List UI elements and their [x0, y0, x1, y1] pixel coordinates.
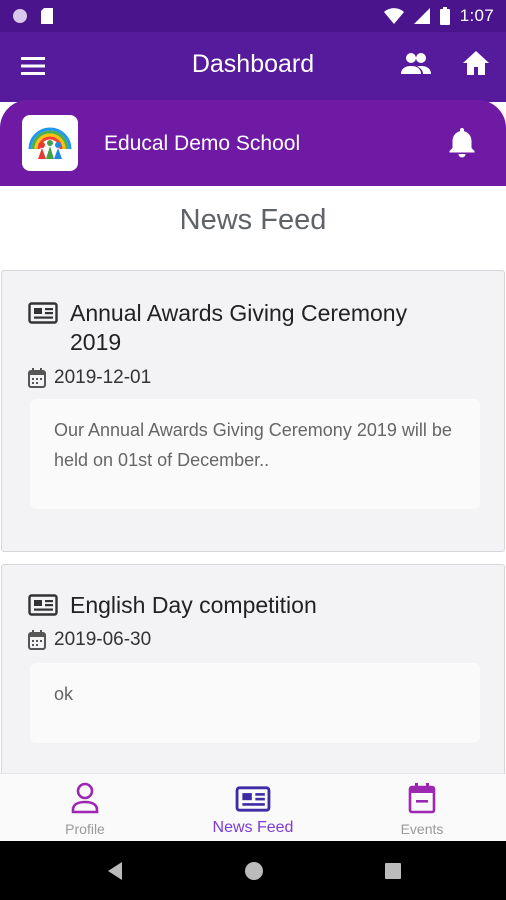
news-date: 2019-12-01	[54, 367, 152, 388]
news-card[interactable]: English Day competition 2019-06-30 ok	[1, 564, 505, 773]
newspaper-icon	[235, 786, 271, 812]
status-left-icons	[12, 7, 54, 25]
news-card[interactable]: Annual Awards Giving Ceremony 2019 2019-…	[1, 270, 505, 552]
home-icon	[463, 51, 489, 75]
school-name: Educal Demo School	[104, 132, 301, 155]
calendar-icon	[28, 368, 46, 388]
calendar-icon	[408, 783, 436, 814]
recents-icon[interactable]	[384, 862, 402, 880]
status-time: 1:07	[459, 6, 494, 25]
person-icon	[71, 782, 99, 814]
news-body: ok	[30, 663, 480, 743]
news-title: Annual Awards Giving Ceremony 2019	[70, 300, 408, 355]
home-button[interactable]	[462, 50, 494, 80]
news-title: English Day competition	[70, 592, 317, 618]
people-icon	[401, 53, 431, 74]
wifi-icon	[383, 8, 404, 24]
news-feed-list[interactable]: Annual Awards Giving Ceremony 2019 2019-…	[0, 268, 506, 773]
system-nav-bar	[0, 841, 506, 900]
notifications-button[interactable]	[448, 126, 482, 160]
calendar-icon	[28, 630, 46, 650]
school-header: Educal Demo School	[0, 100, 506, 186]
page-title: News Feed	[179, 204, 327, 236]
back-icon[interactable]	[106, 861, 124, 881]
status-right-icons: 1:07	[383, 6, 494, 26]
status-bar: 1:07	[0, 0, 506, 32]
nav-news-feed-label: News Feed	[212, 819, 294, 836]
school-logo	[22, 115, 78, 171]
news-date: 2019-06-30	[54, 629, 152, 650]
newspaper-icon	[28, 594, 58, 616]
news-date-row: 2019-12-01	[28, 367, 151, 389]
nav-profile[interactable]: Profile	[25, 782, 145, 837]
bell-icon	[449, 128, 475, 158]
bottom-nav: Profile News Feed Events	[0, 773, 506, 841]
home-circle-icon[interactable]	[244, 861, 264, 881]
battery-icon	[439, 7, 450, 25]
people-button[interactable]	[400, 51, 436, 81]
app-bar: Dashboard	[0, 32, 506, 102]
circle-indicator-icon	[13, 9, 27, 23]
signal-icon	[413, 8, 430, 24]
nav-events[interactable]: Events	[362, 782, 482, 837]
nav-news-feed[interactable]: News Feed	[193, 782, 313, 837]
nav-events-label: Events	[400, 821, 444, 837]
news-body: Our Annual Awards Giving Ceremony 2019 w…	[30, 399, 480, 509]
nav-profile-label: Profile	[65, 821, 105, 837]
newspaper-icon	[28, 302, 58, 324]
news-date-row: 2019-06-30	[28, 629, 151, 651]
sd-card-icon	[41, 8, 53, 24]
